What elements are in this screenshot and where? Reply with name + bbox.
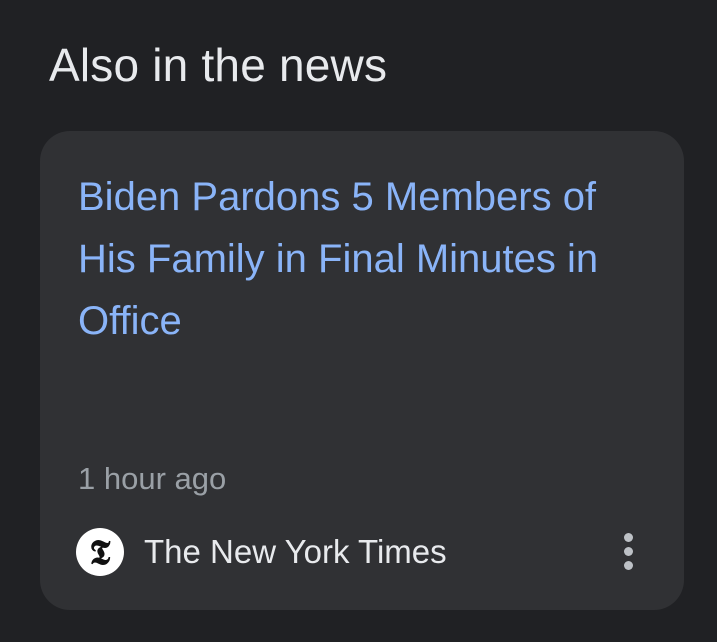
article-timestamp: 1 hour ago (78, 461, 227, 496)
more-vert-icon (623, 532, 633, 542)
nyt-logo-icon: 𝕿 (76, 528, 124, 576)
news-card[interactable]: Biden Pardons 5 Members of His Family in… (40, 131, 684, 610)
more-options-button[interactable] (613, 526, 643, 576)
source-name: The New York Times (144, 533, 447, 570)
nyt-logo-glyph: 𝕿 (89, 533, 111, 573)
section-title: Also in the news (49, 39, 388, 91)
more-vert-icon-dot (623, 546, 633, 556)
source-row: 𝕿 The New York Times (76, 528, 447, 576)
more-vert-icon-dot (623, 560, 633, 570)
article-headline-link[interactable]: Biden Pardons 5 Members of His Family in… (78, 166, 658, 352)
